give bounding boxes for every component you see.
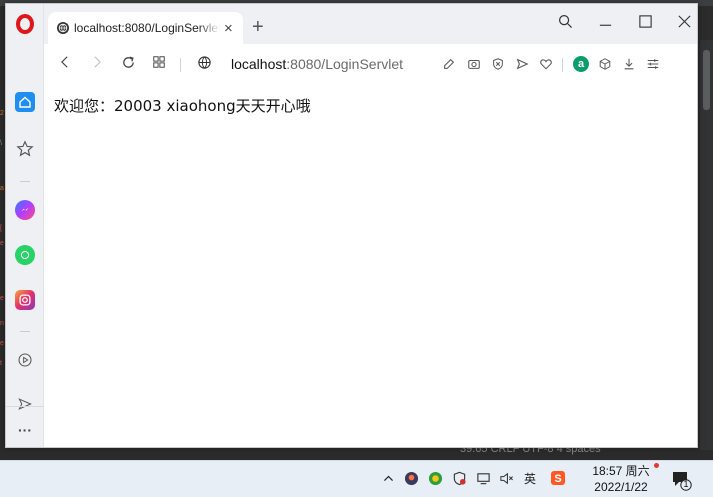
snapshot-camera-icon[interactable]	[466, 56, 482, 72]
easy-setup-grid-icon[interactable]	[152, 55, 166, 73]
sidebar-pinboards-icon[interactable]	[15, 139, 35, 159]
aria-ai-icon[interactable]: a	[573, 56, 589, 72]
sidebar-separator	[20, 181, 30, 182]
tray-shield-icon[interactable]	[451, 470, 467, 486]
notification-count: 1	[683, 479, 689, 489]
ime-indicator-icon[interactable]: 英	[522, 470, 538, 486]
welcome-message: 欢迎您：20003 xiaohong天天开心哦	[54, 97, 311, 115]
tab-close-icon[interactable]: ×	[224, 21, 233, 36]
tab-title: localhost:8080/LoginServlet	[74, 21, 220, 35]
sidebar-instagram-icon[interactable]	[15, 290, 35, 310]
clock-time: 18:57 周六	[592, 464, 650, 478]
sidebar-whatsapp-icon[interactable]	[15, 245, 35, 265]
opera-sidebar: ···	[6, 4, 44, 447]
download-icon[interactable]	[621, 56, 637, 72]
clock-date: 2022/1/22	[594, 480, 648, 494]
ide-scrollbar[interactable]	[700, 40, 713, 450]
tab-login-servlet[interactable]: localhost:8080/LoginServlet ×	[48, 12, 243, 44]
url-host: localhost	[231, 56, 287, 72]
browser-window: ··· localhost:8080/LoginServlet × + loca…	[5, 3, 698, 448]
address-bar-row: localhost:8080/LoginServlet a	[44, 44, 697, 84]
sidebar-more-icon[interactable]: ···	[15, 420, 35, 440]
easy-setup-sliders-icon[interactable]	[645, 56, 661, 72]
globe-favicon-icon	[57, 22, 69, 34]
sidebar-messenger-icon[interactable]	[15, 200, 35, 220]
windows-taskbar: 英 S 18:57 周六 2022/1/22 1	[0, 460, 713, 497]
tray-app-icon[interactable]	[403, 470, 419, 486]
svg-text:S: S	[554, 473, 561, 485]
reload-button[interactable]	[121, 55, 136, 74]
url-field[interactable]: localhost:8080/LoginServlet	[231, 56, 403, 72]
opera-logo-icon[interactable]	[16, 14, 34, 34]
search-tabs-icon[interactable]	[558, 14, 573, 33]
new-tab-icon[interactable]: +	[252, 17, 264, 37]
show-hidden-icons-chevron-icon[interactable]	[380, 470, 396, 486]
toolbar-separator	[180, 58, 181, 72]
notification-center-icon[interactable]: 1	[670, 469, 692, 491]
sidebar-player-icon[interactable]	[15, 350, 35, 370]
forward-button[interactable]	[90, 55, 104, 73]
sogou-input-icon[interactable]: S	[550, 470, 566, 486]
sidebar-separator	[20, 331, 30, 332]
sidebar-separator	[6, 406, 44, 407]
back-button[interactable]	[58, 55, 72, 73]
minimize-icon[interactable]	[598, 14, 613, 33]
maximize-icon[interactable]	[638, 14, 653, 33]
toolbar-separator	[562, 58, 563, 72]
ide-scroll-thumb[interactable]	[703, 50, 710, 110]
sidebar-home-icon[interactable]	[15, 92, 35, 112]
tab-bar: localhost:8080/LoginServlet × +	[44, 4, 697, 44]
volume-muted-icon[interactable]	[498, 470, 514, 486]
bookmark-heart-icon[interactable]	[538, 56, 554, 72]
tray-security-icon[interactable]	[427, 470, 443, 486]
network-icon[interactable]	[475, 470, 491, 486]
adblock-icon[interactable]	[490, 56, 506, 72]
clock-alert-dot	[654, 463, 659, 468]
page-content: 欢迎您：20003 xiaohong天天开心哦	[44, 84, 697, 447]
sidebar-send-icon[interactable]	[15, 394, 35, 414]
site-info-globe-icon[interactable]	[197, 55, 212, 74]
extensions-cube-icon[interactable]	[597, 56, 613, 72]
send-flow-icon[interactable]	[514, 56, 530, 72]
edit-icon[interactable]	[441, 56, 457, 72]
close-window-icon[interactable]	[677, 14, 692, 33]
system-clock[interactable]: 18:57 周六 2022/1/22	[586, 463, 656, 495]
url-path: :8080/LoginServlet	[286, 56, 404, 72]
